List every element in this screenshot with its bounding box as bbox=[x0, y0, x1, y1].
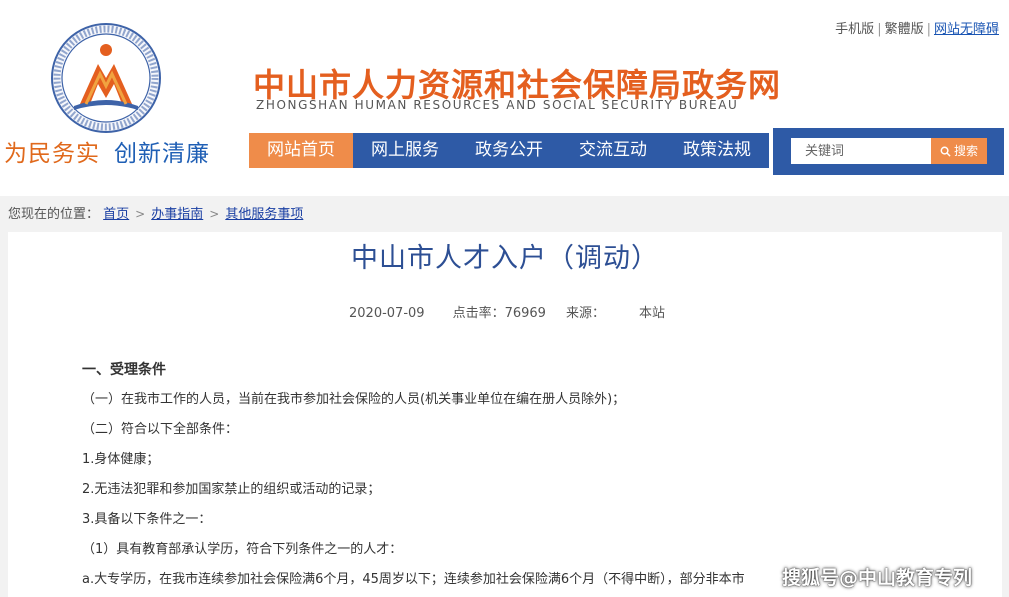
nav-item-home[interactable]: 网站首页 bbox=[249, 133, 353, 168]
article-title: 中山市人才入户（调动） bbox=[351, 243, 659, 274]
accessibility-link[interactable]: 网站无障碍 bbox=[934, 22, 999, 37]
paragraph: 2.无违法犯罪和参加国家禁止的组织或活动的记录； bbox=[82, 482, 381, 497]
breadcrumb-prefix: 您现在的位置： bbox=[8, 207, 100, 222]
breadcrumb-guide[interactable]: 办事指南 bbox=[151, 207, 203, 222]
search-icon bbox=[940, 146, 951, 157]
site-subtitle: ZHONGSHAN HUMAN RESOURCES AND SOCIAL SEC… bbox=[256, 98, 739, 112]
mobile-version-link[interactable]: 手机版 bbox=[835, 22, 874, 37]
nav-item-policies[interactable]: 政策法规 bbox=[665, 133, 769, 168]
breadcrumb-other-services[interactable]: 其他服务事项 bbox=[225, 207, 303, 222]
article-date: 2020-07-09 bbox=[349, 306, 425, 321]
paragraph: 3.具备以下条件之一： bbox=[82, 512, 212, 527]
traditional-chinese-link[interactable]: 繁體版 bbox=[885, 22, 924, 37]
source-label: 来源： bbox=[565, 306, 605, 321]
paragraph: （二）符合以下全部条件： bbox=[82, 422, 239, 437]
site-slogan: 为民务实 创新清廉 bbox=[4, 134, 210, 168]
site-header: 手机版 | 繁體版 | 网站无障碍 为民务实 创新清廉 中山市人力资源和社会保障局政务网 … bbox=[0, 0, 1009, 196]
section-heading: 一、受理条件 bbox=[82, 362, 166, 378]
chevron-right-icon: > bbox=[209, 207, 220, 221]
search-button-label: 搜索 bbox=[953, 144, 978, 158]
top-links: 手机版 | 繁體版 | 网站无障碍 bbox=[835, 22, 999, 37]
search-panel: 搜索 bbox=[773, 128, 1004, 175]
nav-item-government-affairs[interactable]: 政务公开 bbox=[457, 133, 561, 168]
hits-label: 点击率： bbox=[452, 306, 505, 321]
bureau-emblem-icon bbox=[51, 23, 161, 133]
article: 中山市人才入户（调动） 2020-07-09 点击率：76969 来源： 本站 一、受… bbox=[8, 232, 1002, 597]
slogan-part-2: 创新清廉 bbox=[114, 141, 210, 167]
article-body: 一、受理条件 （一）在我市工作的人员，当前在我市参加社会保险的人员(机关事业单位… bbox=[82, 360, 982, 597]
chevron-right-icon: > bbox=[135, 207, 146, 221]
nav-item-online-services[interactable]: 网上服务 bbox=[353, 133, 457, 168]
hits-count: 76969 bbox=[504, 306, 546, 321]
search-button[interactable]: 搜索 bbox=[931, 138, 987, 164]
main-nav: 网站首页 网上服务 政务公开 交流互动 政策法规 bbox=[249, 133, 769, 168]
breadcrumb-home[interactable]: 首页 bbox=[103, 207, 129, 222]
source-value: 本站 bbox=[638, 306, 665, 321]
paragraph: 1.身体健康； bbox=[82, 452, 160, 467]
slogan-part-1: 为民务实 bbox=[4, 141, 100, 167]
sohu-watermark: 搜狐号@中山教育专列 bbox=[782, 567, 973, 589]
breadcrumb: 您现在的位置： 首页 > 办事指南 > 其他服务事项 bbox=[8, 203, 303, 222]
search-input[interactable] bbox=[791, 138, 931, 164]
article-meta: 2020-07-09 点击率：76969 来源： 本站 bbox=[349, 302, 665, 321]
nav-item-interaction[interactable]: 交流互动 bbox=[561, 133, 665, 168]
paragraph: （一）在我市工作的人员，当前在我市参加社会保险的人员(机关事业单位在编在册人员除… bbox=[82, 392, 626, 407]
